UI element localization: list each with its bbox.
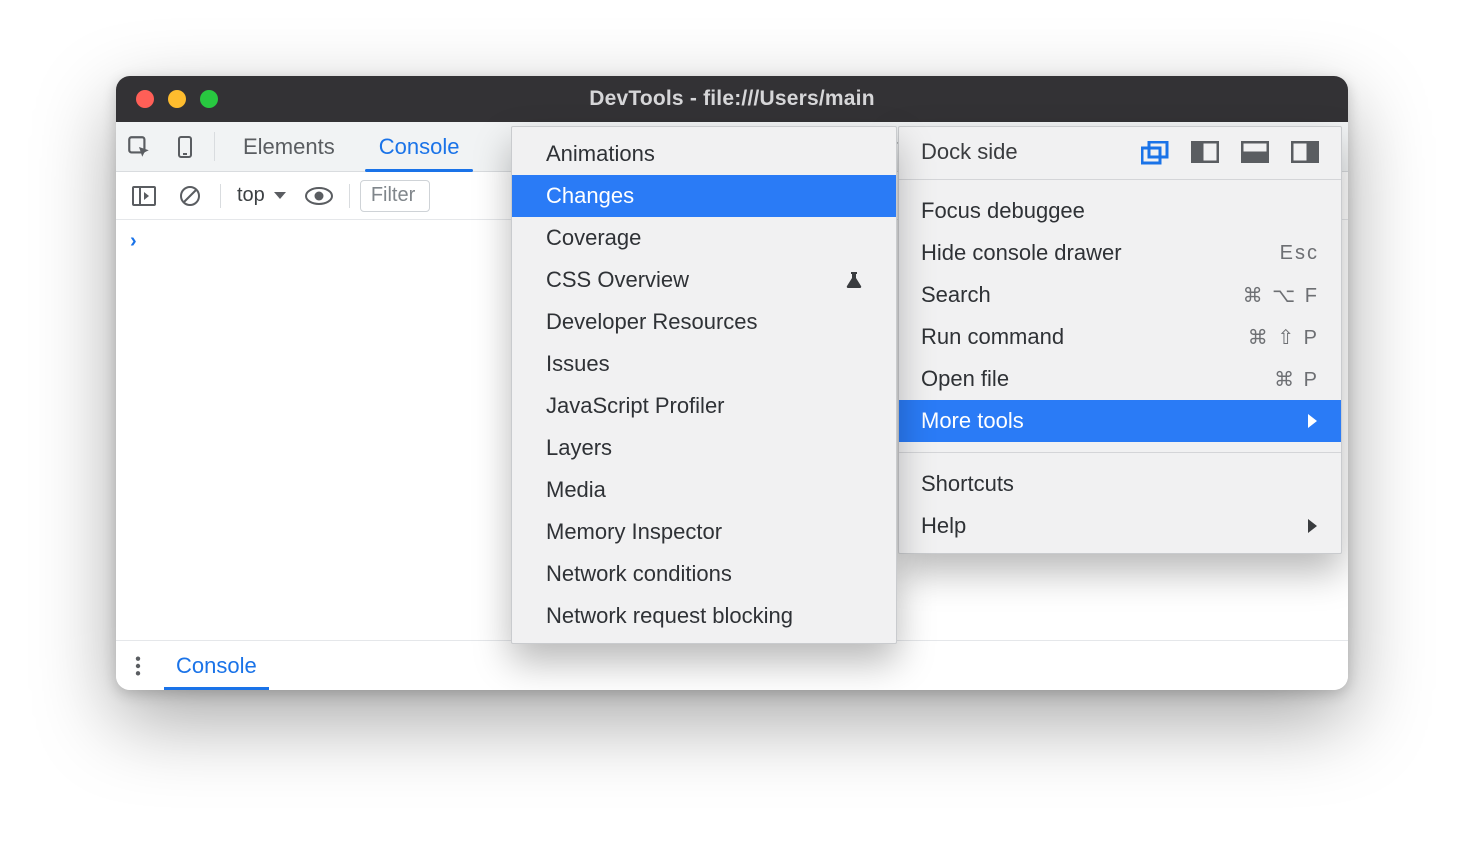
submenu-item-css-overview[interactable]: CSS Overview [512, 259, 896, 301]
menu-item-hide-console-drawer[interactable]: Hide console drawer Esc [899, 232, 1341, 274]
submenu-item-memory-inspector[interactable]: Memory Inspector [512, 511, 896, 553]
context-selector[interactable]: top [231, 184, 293, 207]
experiment-flask-icon [846, 271, 862, 289]
submenu-item-label: JavaScript Profiler [546, 393, 725, 419]
dock-right-icon[interactable] [1291, 141, 1319, 163]
menu-item-shortcut: ⌘ ⇧ P [1248, 325, 1319, 350]
separator [220, 184, 221, 208]
separator [349, 184, 350, 208]
main-menu: Dock side [898, 126, 1342, 554]
window-title: DevTools - file:///Users/main [116, 87, 1348, 111]
dock-side-label: Dock side [921, 139, 1119, 165]
submenu-item-network-conditions[interactable]: Network conditions [512, 553, 896, 595]
menu-item-open-file[interactable]: Open file ⌘ P [899, 358, 1341, 400]
window-controls [136, 90, 218, 108]
inspect-element-icon[interactable] [116, 122, 162, 171]
submenu-item-label: Animations [546, 141, 655, 167]
submenu-item-network-request-blocking[interactable]: Network request blocking [512, 595, 896, 637]
menu-item-label: More tools [921, 408, 1024, 434]
drawer-menu-icon[interactable] [116, 641, 160, 690]
menu-separator [899, 179, 1341, 180]
menu-item-focus-debuggee[interactable]: Focus debuggee [899, 190, 1341, 232]
menu-item-help[interactable]: Help [899, 505, 1341, 547]
context-selector-label: top [237, 184, 265, 207]
menu-item-label: Run command [921, 324, 1064, 350]
separator [214, 132, 215, 161]
menu-section-commands: Focus debuggee Hide console drawer Esc S… [899, 184, 1341, 448]
submenu-item-issues[interactable]: Issues [512, 343, 896, 385]
filter-input[interactable]: Filter [360, 180, 430, 212]
submenu-item-label: Changes [546, 183, 634, 209]
submenu-item-animations[interactable]: Animations [512, 133, 896, 175]
submenu-item-javascript-profiler[interactable]: JavaScript Profiler [512, 385, 896, 427]
submenu-item-layers[interactable]: Layers [512, 427, 896, 469]
tab-console[interactable]: Console [357, 122, 482, 171]
submenu-item-label: Issues [546, 351, 610, 377]
submenu-item-media[interactable]: Media [512, 469, 896, 511]
submenu-item-label: Network conditions [546, 561, 732, 587]
filter-placeholder: Filter [371, 184, 415, 207]
submenu-item-changes[interactable]: Changes [512, 175, 896, 217]
tab-elements[interactable]: Elements [221, 122, 357, 171]
submenu-item-developer-resources[interactable]: Developer Resources [512, 301, 896, 343]
live-expression-icon[interactable] [299, 172, 339, 219]
submenu-item-label: Media [546, 477, 606, 503]
submenu-item-label: Developer Resources [546, 309, 758, 335]
menu-item-more-tools[interactable]: More tools [899, 400, 1341, 442]
more-tools-submenu: Animations Changes Coverage CSS Overview De… [511, 126, 897, 644]
menu-item-search[interactable]: Search ⌘ ⌥ F [899, 274, 1341, 316]
menu-item-shortcut: ⌘ ⌥ F [1243, 283, 1319, 308]
submenu-item-label: Memory Inspector [546, 519, 722, 545]
minimize-window-button[interactable] [168, 90, 186, 108]
device-toolbar-icon[interactable] [162, 122, 208, 171]
menu-item-shortcuts[interactable]: Shortcuts [899, 463, 1341, 505]
submenu-arrow-icon [1307, 413, 1319, 429]
submenu-item-label: Network request blocking [546, 603, 793, 629]
menu-item-label: Help [921, 513, 966, 539]
drawer: Console [116, 640, 1348, 690]
close-window-button[interactable] [136, 90, 154, 108]
menu-item-label: Open file [921, 366, 1009, 392]
submenu-item-label: Coverage [546, 225, 641, 251]
dock-bottom-icon[interactable] [1241, 141, 1269, 163]
toggle-sidebar-icon[interactable] [124, 172, 164, 219]
menu-section-footer: Shortcuts Help [899, 457, 1341, 553]
menu-item-shortcut: ⌘ P [1274, 367, 1319, 392]
menu-item-run-command[interactable]: Run command ⌘ ⇧ P [899, 316, 1341, 358]
console-prompt-icon: › [130, 230, 137, 253]
clear-console-icon[interactable] [170, 172, 210, 219]
menu-item-label: Hide console drawer [921, 240, 1122, 266]
menu-item-label: Shortcuts [921, 471, 1014, 497]
maximize-window-button[interactable] [200, 90, 218, 108]
dock-left-icon[interactable] [1191, 141, 1219, 163]
chevron-down-icon [273, 191, 287, 201]
submenu-item-label: CSS Overview [546, 267, 689, 293]
menu-item-shortcut: Esc [1280, 242, 1319, 265]
menu-item-label: Focus debuggee [921, 198, 1085, 224]
menu-separator [899, 452, 1341, 453]
drawer-tab-console[interactable]: Console [160, 641, 273, 690]
titlebar: DevTools - file:///Users/main [116, 76, 1348, 122]
menu-item-label: Search [921, 282, 991, 308]
submenu-arrow-icon [1307, 518, 1319, 534]
dock-side-row: Dock side [899, 133, 1341, 175]
submenu-item-coverage[interactable]: Coverage [512, 217, 896, 259]
submenu-item-label: Layers [546, 435, 612, 461]
devtools-window: DevTools - file:///Users/main Elements C… [116, 76, 1348, 690]
dock-undock-icon[interactable] [1141, 141, 1169, 163]
